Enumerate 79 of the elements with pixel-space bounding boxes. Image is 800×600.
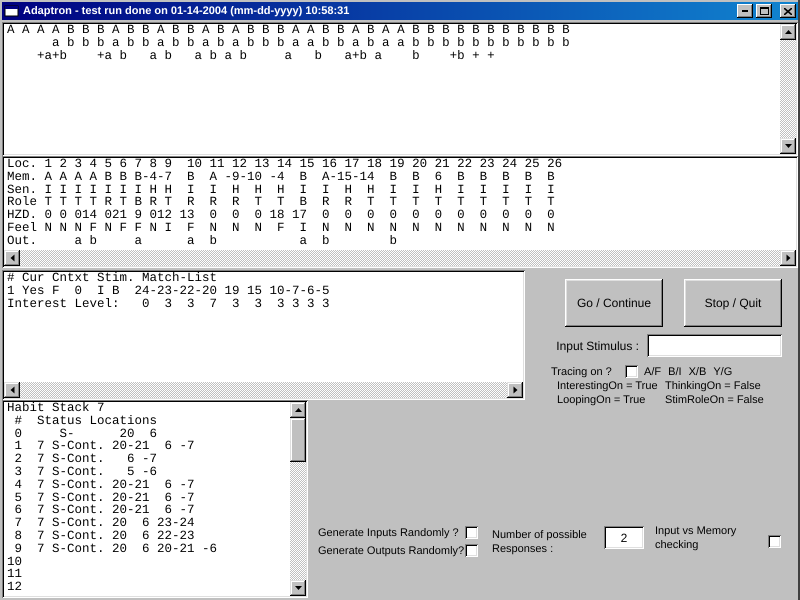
down-triangle-icon	[294, 586, 302, 590]
checkbox[interactable]	[465, 526, 478, 539]
habit-stack-line: 3 7 S-Cont. 5 -6	[14, 466, 158, 479]
vertical-scrollbar[interactable]	[780, 24, 796, 154]
legend-text: A/F	[644, 366, 662, 378]
memory-table-row: Role T T T T R T B R T R R R T T B R R T T T T T T T T T	[7, 196, 555, 210]
memory-table-row: Mem. A A A A B B B-4-7 B A -9-10 -4 B A-15-14 B B 6 B B B B B	[7, 170, 555, 184]
habit-stack-line: Habit Stack 7	[7, 402, 105, 415]
checkbox[interactable]	[768, 535, 781, 548]
scroll-thumb[interactable]	[290, 418, 306, 462]
legend-text: Y/G	[713, 366, 732, 378]
habit-stack-line: 4 7 S-Cont. 20-21 6 -7	[14, 478, 195, 492]
down-triangle-icon	[784, 144, 792, 148]
habit-stack-line: 6 7 S-Cont. 20-21 6 -7	[14, 504, 195, 518]
match-line: # Cur Cntxt Stim. Match-List	[7, 272, 218, 285]
scroll-right-button[interactable]	[780, 250, 796, 266]
left-triangle-icon	[10, 386, 14, 394]
flag-status: StimRoleOn = False	[665, 393, 765, 407]
checkbox[interactable]	[625, 365, 638, 378]
close-icon	[784, 8, 792, 14]
checkbox[interactable]	[465, 544, 478, 557]
flag-status: InterestingOn = True	[557, 379, 659, 393]
habit-stack-line: 11	[7, 568, 22, 582]
legend-text: B/I	[668, 366, 682, 378]
memory-table-row: HZD. 0 0 014 021 9 012 13 0 0 0 18 17 0 0 0 0 0 0 0 0 0 0 0	[7, 209, 555, 222]
habit-stack-line: 9 7 S-Cont. 20 6 20-21 -6	[14, 542, 218, 556]
scroll-left-button[interactable]	[4, 250, 20, 266]
habit-stack-line: 10	[7, 556, 22, 568]
stop-quit-button[interactable]: Stop / Quit	[684, 279, 782, 327]
maximize-button[interactable]	[756, 4, 772, 18]
flag-status: LoopingOn = True	[557, 393, 646, 407]
sequence-line: +a+b +a b a b a b a b a b a+b a b +b + +	[36, 50, 495, 62]
habit-stack-line: 1 7 S-Cont. 20-21 6 -7	[14, 440, 195, 454]
window-title: Adaptron - test run done on 01-14-2004 (mm-dd-yyyy) 10:58:31	[23, 5, 350, 17]
legend-text: X/B	[688, 366, 706, 378]
go-continue-button[interactable]: Go / Continue	[565, 279, 663, 327]
scroll-down-button[interactable]	[780, 138, 796, 154]
right-triangle-icon	[513, 386, 517, 394]
sequence-line: a b b b a b b a b b a b a b b b a a b b a b a a b b b b b b b b b b b	[51, 36, 570, 50]
minimize-icon	[742, 10, 748, 12]
option-label: Generate Inputs Randomly ?	[318, 526, 460, 538]
memory-table-row: Sen. I I I I I I I H H I I H H H I I H H I I H I I I I I	[7, 184, 555, 196]
memory-table-row: Loc. 1 2 3 4 5 6 7 8 9 10 11 12 13 14 15 16 17 18 19 20 21 22 23 24 25 26	[7, 158, 562, 171]
habit-stack-line: 8 7 S-Cont. 20 6 22-23	[14, 530, 195, 543]
memory-check-label: Input vs Memory checking	[655, 524, 738, 552]
close-button[interactable]	[780, 4, 796, 18]
left-triangle-icon	[10, 254, 14, 262]
match-line: Interest Level: 0 3 3 7 3 3 3 3 3 3	[7, 298, 330, 310]
memory-table-row: Out. a b a a b a b b	[7, 234, 398, 248]
sequence-line: A A A A B B B A B B A B B A B A B B B A A B B A B A A B B B B B B B B B B B	[7, 24, 570, 37]
tracing-label: Tracing on ?	[551, 366, 613, 378]
match-line: 1 Yes F 0 I B 24-23-22-20 19 15 10-7-6-5	[7, 284, 330, 298]
habit-stack-line: 5 7 S-Cont. 20-21 6 -7	[14, 492, 195, 504]
habit-stack-line: 0 S- 20 6	[14, 428, 158, 440]
up-triangle-icon	[294, 408, 302, 412]
input-stimulus-field[interactable]	[647, 334, 782, 357]
flag-status: ThinkingOn = False	[665, 379, 762, 393]
horizontal-scrollbar[interactable]	[4, 250, 796, 266]
vertical-scrollbar[interactable]	[290, 402, 306, 596]
habit-stack-line: 12	[7, 581, 22, 594]
habit-stack-line: 7 7 S-Cont. 20 6 23-24	[14, 517, 195, 530]
scroll-right-button[interactable]	[507, 382, 523, 398]
habit-stack-line: 2 7 S-Cont. 6 -7	[14, 453, 158, 466]
right-triangle-icon	[786, 254, 790, 262]
responses-label: Number of possible Responses :	[492, 528, 588, 556]
habit-stack-line: # Status Locations	[14, 414, 158, 428]
app-icon	[4, 4, 20, 18]
memory-table-row: Feel N N N F N F F N I F N N N F I N N N N N N N N N N N	[7, 222, 555, 235]
scroll-up-button[interactable]	[780, 24, 796, 40]
maximize-icon	[760, 7, 768, 15]
scroll-up-button[interactable]	[290, 402, 306, 418]
up-triangle-icon	[784, 30, 792, 34]
scroll-down-button[interactable]	[290, 580, 306, 596]
horizontal-scrollbar[interactable]	[4, 382, 523, 398]
scroll-left-button[interactable]	[4, 382, 20, 398]
minimize-button[interactable]	[737, 4, 753, 18]
responses-field[interactable]: 2	[604, 526, 644, 549]
option-label: Generate Outputs Randomly?	[318, 544, 465, 556]
input-stimulus-label: Input Stimulus :	[556, 338, 639, 352]
